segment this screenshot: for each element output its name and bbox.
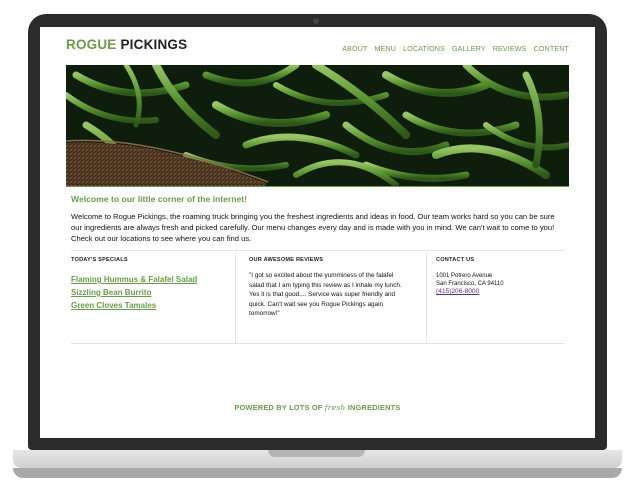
hero-image-green-beans: [66, 65, 569, 187]
website-screen: ROGUE PICKINGS ABOUT MENU LOCATIONS GALL…: [40, 27, 595, 438]
section-divider-bottom: [71, 343, 565, 344]
contact-address: 1001 Potrero Avenue San Francisco, CA 94…: [436, 272, 565, 296]
nav-content[interactable]: CONTENT: [534, 44, 569, 53]
reviews-heading: OUR AWESOME REVIEWS: [249, 257, 324, 263]
welcome-heading: Welcome to our little corner of the inte…: [71, 194, 248, 204]
phone-link[interactable]: (415)206-8000: [436, 288, 479, 295]
footer-suffix: INGREDIENTS: [347, 403, 401, 412]
contact-column: CONTACT US 1001 Potrero Avenue San Franc…: [428, 253, 565, 343]
site-logo[interactable]: ROGUE PICKINGS: [66, 37, 187, 52]
laptop-notch: [268, 450, 365, 457]
nav-about[interactable]: ABOUT: [342, 44, 367, 53]
address-line-2: San Francisco, CA 94110: [436, 281, 504, 287]
green-beans-illustration: [66, 65, 569, 186]
specials-column: TODAY'S SPECIALS Flaming Hummus & Falafe…: [71, 253, 234, 343]
camera-icon: [313, 18, 319, 24]
laptop-bottom: [13, 468, 622, 478]
footer-prefix: POWERED BY LOTS OF: [234, 403, 323, 412]
site-footer: POWERED BY LOTS OF fresh INGREDIENTS: [40, 403, 595, 412]
specials-list: Flaming Hummus & Falafel Salad Sizzling …: [71, 274, 234, 312]
address-line-1: 1001 Potrero Avenue: [436, 273, 493, 279]
specials-heading: TODAY'S SPECIALS: [71, 257, 128, 263]
special-item-tamales[interactable]: Green Cloves Tamales: [71, 300, 234, 313]
footer-script-word: fresh: [324, 403, 346, 412]
section-divider: [71, 250, 565, 251]
nav-gallery[interactable]: GALLERY: [452, 44, 486, 53]
contact-heading: CONTACT US: [436, 257, 475, 263]
special-item-hummus-salad[interactable]: Flaming Hummus & Falafel Salad: [71, 274, 234, 287]
nav-menu[interactable]: MENU: [375, 44, 397, 53]
nav-locations[interactable]: LOCATIONS: [403, 44, 445, 53]
nav-reviews[interactable]: REVIEWS: [493, 44, 527, 53]
main-nav: ABOUT MENU LOCATIONS GALLERY REVIEWS CON…: [342, 44, 569, 53]
logo-word-rogue: ROGUE: [66, 37, 117, 52]
special-item-bean-burrito[interactable]: Sizzling Bean Burrito: [71, 287, 234, 300]
logo-word-pickings: PICKINGS: [120, 37, 188, 52]
welcome-paragraph: Welcome to Rogue Pickings, the roaming t…: [71, 212, 555, 243]
reviews-column: OUR AWESOME REVIEWS "I got so excited ab…: [235, 253, 427, 343]
review-quote: "I got so excited about the yumminess of…: [249, 272, 402, 318]
